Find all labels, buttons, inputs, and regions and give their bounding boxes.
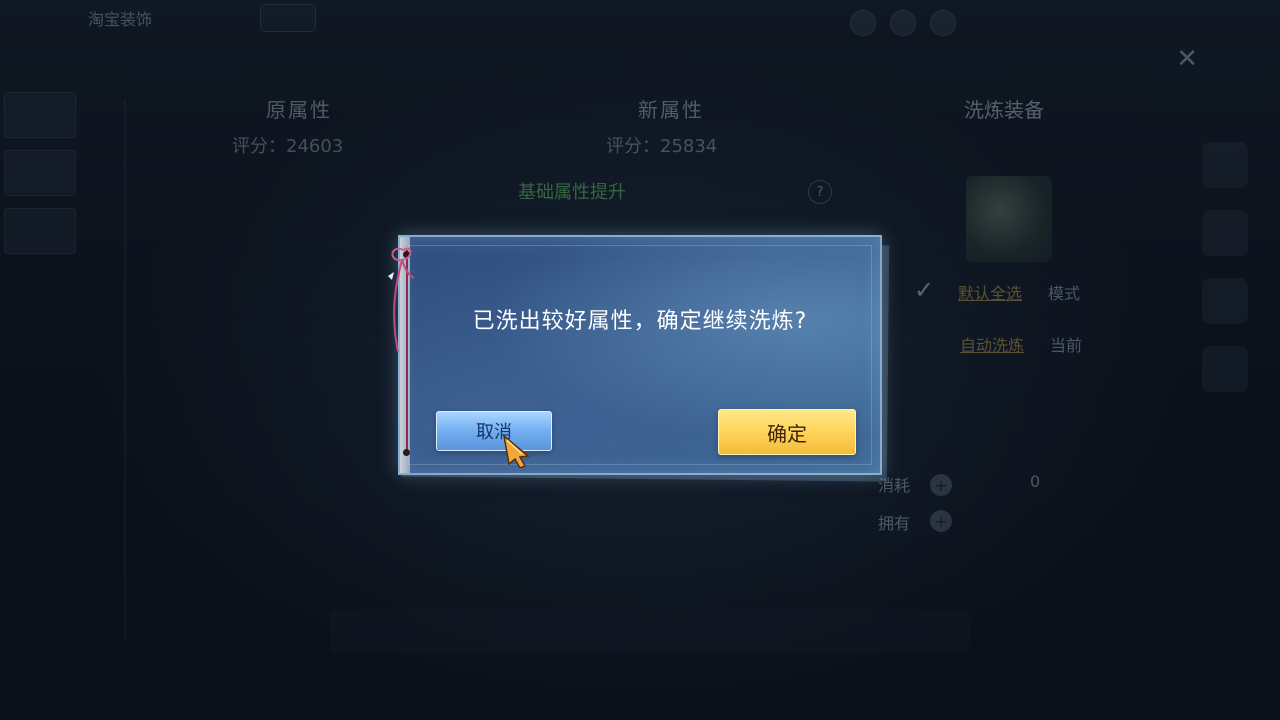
equip-title: 洗炼装备 <box>964 98 1044 122</box>
cursor-pointer-icon <box>502 434 530 468</box>
default-select-link[interactable]: 默认全选 <box>958 280 1022 304</box>
left-tab[interactable] <box>4 208 76 254</box>
side-icon[interactable] <box>1202 346 1248 392</box>
far-right-rail <box>1180 120 1270 640</box>
equipment-icon[interactable] <box>966 176 1052 262</box>
close-icon[interactable]: ✕ <box>1176 44 1198 74</box>
confirm-dialog: 已洗出较好属性，确定继续洗炼? 取消 确定 <box>398 235 882 475</box>
mode-label: 模式 <box>1048 284 1081 303</box>
confirm-button[interactable]: 确定 <box>718 409 856 455</box>
side-icon[interactable] <box>1202 142 1248 188</box>
original-score: 评分：24603 <box>232 136 344 157</box>
top-title: 淘宝装饰 <box>88 10 153 29</box>
top-bar: 淘宝装饰 <box>0 0 1280 42</box>
cancel-button[interactable]: 取消 <box>436 411 552 451</box>
improvement-hint: 基础属性提升 <box>518 182 626 203</box>
auto-refine-link[interactable]: 自动洗炼 <box>960 332 1024 356</box>
currency-icon[interactable] <box>930 10 956 36</box>
currency-icon[interactable] <box>850 10 876 36</box>
ribbon-icon <box>388 247 415 353</box>
right-panel: 洗炼装备 ✓ 默认全选 模式 自动洗炼 当前 消耗 + 0 拥有 + <box>870 80 1170 600</box>
current-label: 当前 <box>1050 336 1083 355</box>
currency-icon[interactable] <box>890 10 916 36</box>
plus-icon[interactable]: + <box>930 474 952 496</box>
left-tab[interactable] <box>4 150 76 196</box>
question-icon[interactable]: ? <box>808 180 832 204</box>
top-icons <box>850 10 956 36</box>
cost-value: 0 <box>1030 472 1041 491</box>
dialog-message: 已洗出较好属性，确定继续洗炼? <box>472 309 808 334</box>
left-rail <box>0 80 110 640</box>
pin-icon <box>403 449 410 456</box>
top-chip-button[interactable] <box>260 4 316 32</box>
original-attr-heading: 原属性 <box>266 98 332 122</box>
new-attr-heading: 新属性 <box>638 98 704 122</box>
divider <box>124 100 126 640</box>
plus-icon[interactable]: + <box>930 510 952 532</box>
bottom-bar <box>330 610 970 654</box>
left-tab[interactable] <box>4 92 76 138</box>
side-icon[interactable] <box>1202 278 1248 324</box>
side-icon[interactable] <box>1202 210 1248 256</box>
game-screen: 淘宝装饰 ✕ 原属性 评分：24603 新属性 评分：25834 基础属性提升 … <box>0 0 1280 720</box>
new-score: 评分：25834 <box>606 136 718 157</box>
check-icon[interactable]: ✓ <box>914 276 934 304</box>
owned-label: 拥有 <box>878 514 911 533</box>
